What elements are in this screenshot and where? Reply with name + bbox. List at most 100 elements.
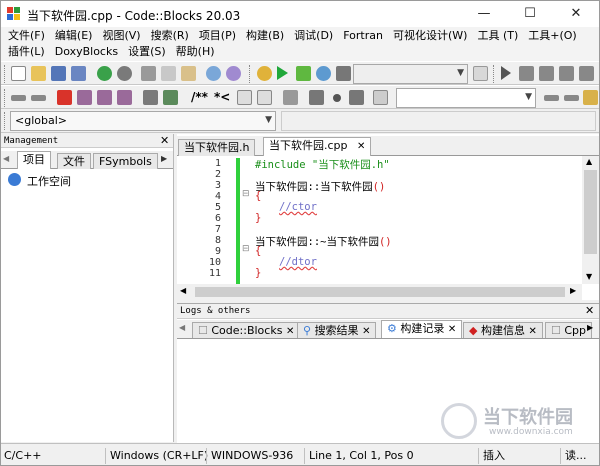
watermark-url: www.downxia.com [489,427,573,437]
first-icon[interactable] [309,90,324,105]
wrench-icon[interactable] [283,90,298,105]
workspace-tree-root[interactable]: 工作空间 [27,173,71,189]
menu-wxsmith[interactable]: 可视化设计(W) [390,28,470,44]
main-toolbar: ▼ [1,61,599,85]
doxy-wizard-icon[interactable] [143,90,158,105]
menu-edit[interactable]: 编辑(E) [52,28,96,44]
dot-icon[interactable] [333,94,341,102]
next-bookmark-icon[interactable] [97,90,112,105]
next-line-icon[interactable] [539,66,554,81]
toolbar-search-input[interactable]: ▼ [396,88,536,108]
menu-tools-plus[interactable]: 工具+(O) [525,28,579,44]
status-eol: Windows (CR+LF) [105,448,208,464]
code-line: #include "当下软件园.h" [255,159,390,171]
logs-title: Logs & others [177,304,599,319]
menu-file[interactable]: 文件(F) [5,28,48,44]
build-target-select[interactable]: ▼ [353,64,468,84]
forward-arrow-icon[interactable] [31,95,46,101]
html-doc-icon[interactable] [237,90,252,105]
debug-run-icon[interactable] [501,66,511,80]
build-run-icon[interactable] [296,66,311,81]
menu-debug[interactable]: 调试(D) [291,28,336,44]
copy-icon[interactable] [161,66,176,81]
clear-search-icon[interactable] [373,90,388,105]
scroll-up-icon[interactable]: ▲ [586,157,592,166]
menu-plugins[interactable]: 插件(L) [5,44,48,60]
tab-projects[interactable]: 项目 [17,151,51,169]
management-tabs: 项目 文件 FSymbols ◀ ▶ [1,151,173,169]
find-icon[interactable] [206,66,221,81]
bookmark-flag-icon[interactable] [57,90,72,105]
run-icon[interactable] [277,66,288,80]
tab-scroll-left-icon[interactable]: ◀ [3,154,9,163]
tab-fsymbols[interactable]: FSymbols [93,153,158,169]
tab-files[interactable]: 文件 [57,153,91,169]
build-log-icon[interactable] [473,66,488,81]
build-gear-icon[interactable] [257,66,272,81]
menu-doxyblocks[interactable]: DoxyBlocks [52,44,121,60]
search-options-icon[interactable] [583,90,598,105]
clear-bookmarks-icon[interactable] [117,90,132,105]
menu-build[interactable]: 构建(B) [243,28,287,44]
management-panel: Management ✕ 项目 文件 FSymbols ◀ ▶ 工作空间 [1,134,174,442]
tab-scroll-right-icon[interactable]: ▶ [161,154,167,163]
cut-icon[interactable] [141,66,156,81]
back-arrow-icon[interactable] [11,95,26,101]
doxy-extract-icon[interactable] [163,90,178,105]
logs-scroll-left-icon[interactable]: ◀ [179,323,185,332]
logs-close-icon[interactable]: ✕ [585,304,594,317]
scroll-right-icon[interactable]: ▶ [570,286,576,295]
scroll-thumb[interactable] [584,170,597,254]
save-all-icon[interactable] [71,66,86,81]
rebuild-icon[interactable] [316,66,331,81]
replace-icon[interactable] [226,66,241,81]
prev-bookmark-icon[interactable] [77,90,92,105]
comment-line-button[interactable]: *< [214,90,230,104]
tab-source-file[interactable]: 当下软件园.cpp ✕ [263,137,372,156]
logs-scroll-right-icon[interactable]: ▶ [587,323,593,332]
scope-select[interactable]: <global> ▼ [10,111,276,131]
menu-tools[interactable]: 工具 (T) [474,28,521,44]
menu-view[interactable]: 视图(V) [99,28,143,44]
tab-codeblocks-log[interactable]: ☐ Code::Blocks ✕ [192,322,301,338]
hscroll-thumb[interactable] [195,287,565,297]
menu-fortran[interactable]: Fortran [340,28,386,44]
search-prev-icon[interactable] [544,95,559,101]
maximize-button[interactable]: ☐ [507,1,553,27]
menu-help[interactable]: 帮助(H) [173,44,218,60]
scroll-down-icon[interactable]: ▼ [586,272,592,281]
tab-search-results[interactable]: ⚲ 搜索结果 ✕ [297,322,377,338]
open-icon[interactable] [31,66,46,81]
abort-icon[interactable] [336,66,351,81]
menu-bar: 文件(F) 编辑(E) 视图(V) 搜索(R) 项目(P) 构建(B) 调试(D) Fortr… [1,27,599,61]
editor-horizontal-scrollbar[interactable]: ◀ ▶ [177,284,582,300]
scroll-left-icon[interactable]: ◀ [180,286,186,295]
menu-project[interactable]: 项目(P) [196,28,239,44]
close-button[interactable]: ✕ [553,1,599,27]
code-area[interactable]: #include "当下软件园.h" 当下软件园::当下软件园() { //ct… [177,156,582,284]
step-into-icon[interactable] [559,66,574,81]
step-out-icon[interactable] [579,66,594,81]
tab-close-icon[interactable]: ✕ [357,141,365,152]
redo-icon[interactable] [117,66,132,81]
chm-doc-icon[interactable] [257,90,272,105]
editor-vertical-scrollbar[interactable]: ▲ ▼ [582,156,599,284]
function-select[interactable] [281,111,596,131]
tab-build-log[interactable]: ⚙ 构建记录 ✕ [381,320,463,338]
paste-icon[interactable] [181,66,196,81]
undo-icon[interactable] [97,66,112,81]
search-next-icon[interactable] [564,95,579,101]
management-close-icon[interactable]: ✕ [160,134,169,147]
tab-cppcheck[interactable]: ☐ Cpp [545,322,593,338]
menu-search[interactable]: 搜索(R) [148,28,192,44]
last-icon[interactable] [349,90,364,105]
tab-header-file[interactable]: 当下软件园.h [178,139,256,156]
run-to-cursor-icon[interactable] [519,66,534,81]
new-file-icon[interactable] [11,66,26,81]
menu-settings[interactable]: 设置(S) [125,44,169,60]
comment-block-button[interactable]: /** [191,90,208,104]
save-icon[interactable] [51,66,66,81]
code-line: { [255,245,262,257]
minimize-button[interactable]: — [461,1,507,27]
tab-build-messages[interactable]: ◆ 构建信息 ✕ [463,322,543,338]
